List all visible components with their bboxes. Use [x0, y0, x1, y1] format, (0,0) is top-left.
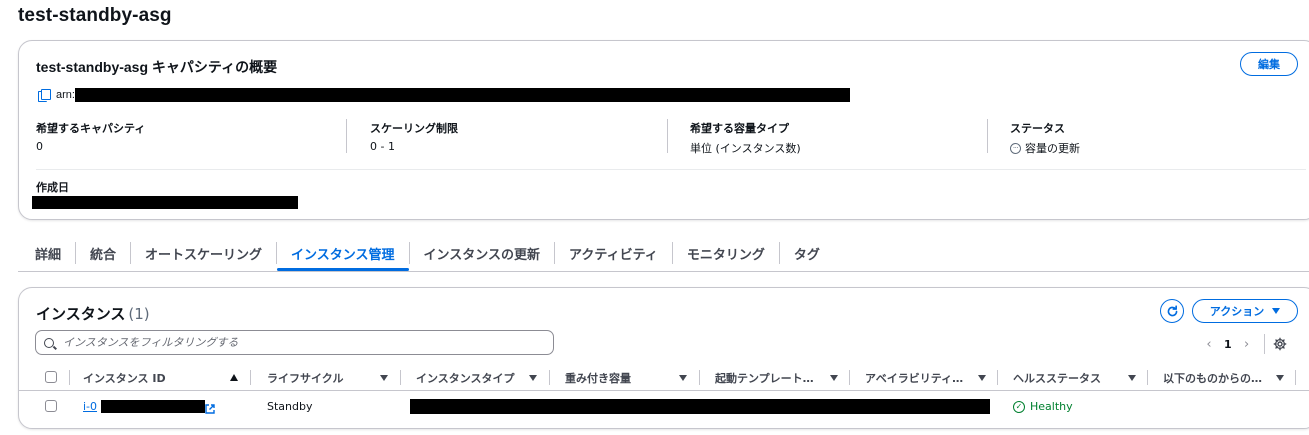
column-separator — [699, 370, 700, 385]
field-key: ステータス — [1010, 122, 1065, 135]
arn-row: arn: — [38, 88, 850, 102]
instance-id-link[interactable]: i-0 — [83, 400, 97, 413]
column-header-health-source[interactable]: 以下のものからの… — [1163, 370, 1262, 386]
tab-tags[interactable]: タグ — [780, 238, 834, 271]
capacity-overview-title: test-standby-asg キャパシティの概要 — [36, 59, 278, 75]
tab-monitoring[interactable]: モニタリング — [673, 238, 779, 271]
pending-status-icon: ··· — [1010, 142, 1021, 154]
field-key: 希望するキャパシティ — [36, 122, 146, 135]
actions-dropdown-button[interactable]: アクション — [1192, 299, 1298, 323]
sort-ascending-icon[interactable] — [230, 374, 238, 381]
column-separator — [69, 370, 70, 385]
created-date-key: 作成日 — [36, 181, 69, 194]
desired-capacity-type-field: 希望する容量タイプ 単位 (インスタンス数) — [690, 120, 801, 156]
arn-value-redacted — [74, 88, 850, 102]
previous-page-icon[interactable]: ‹ — [1202, 337, 1216, 352]
instance-filter-input[interactable] — [63, 336, 533, 349]
tab-instance-refresh[interactable]: インスタンスの更新 — [410, 238, 554, 271]
tab-automatic-scaling[interactable]: オートスケーリング — [131, 238, 276, 271]
field-value: 0 — [36, 140, 43, 153]
column-header-weighted-capacity[interactable]: 重み付き容量 — [565, 370, 631, 386]
tab-bar: 詳細 統合 オートスケーリング インスタンス管理 インスタンスの更新 アクティビ… — [22, 238, 834, 271]
row-select-checkbox[interactable] — [45, 400, 57, 412]
column-header-instance-id[interactable]: インスタンス ID — [83, 370, 166, 386]
tab-instance-management[interactable]: インスタンス管理 — [277, 238, 410, 271]
actions-label: アクション — [1209, 305, 1265, 318]
column-header-health-status[interactable]: ヘルスステータス — [1013, 370, 1101, 386]
external-link-icon[interactable] — [205, 401, 215, 419]
instance-filter[interactable] — [35, 330, 554, 355]
refresh-icon — [1167, 304, 1177, 316]
instances-title: インスタンス — [36, 305, 126, 323]
pagination: ‹ 1 › — [1202, 334, 1287, 354]
field-key: スケーリング制限 — [370, 122, 458, 135]
health-status-value: Healthy — [1030, 400, 1073, 413]
column-separator — [1295, 370, 1296, 385]
field-value: ··· 容量の更新 — [1010, 140, 1080, 156]
column-separator — [250, 370, 251, 385]
column-separator — [549, 370, 550, 385]
column-separator — [1147, 370, 1148, 385]
field-value: 単位 (インスタンス数) — [690, 142, 801, 155]
row-details-redacted — [410, 399, 990, 414]
column-header-launch-template[interactable]: 起動テンプレート… — [715, 370, 814, 386]
tab-integrations[interactable]: 統合 — [76, 238, 130, 271]
caret-down-icon — [1272, 308, 1281, 314]
page-title: test-standby-asg — [18, 5, 172, 26]
instances-heading: インスタンス (1) — [36, 303, 150, 324]
capacity-overview-card: test-standby-asg キャパシティの概要 編集 arn: 希望するキ… — [18, 40, 1309, 220]
column-header-instance-type[interactable]: インスタンスタイプ — [416, 370, 515, 386]
health-status-cell: ✓ Healthy — [1013, 400, 1073, 413]
scaling-limits-field: スケーリング制限 0 - 1 — [370, 120, 458, 153]
tab-details[interactable]: 詳細 — [22, 238, 75, 271]
copy-icon[interactable] — [38, 88, 51, 102]
instances-count: (1) — [128, 305, 150, 323]
lifecycle-cell: Standby — [267, 400, 313, 413]
table-row[interactable]: i-0 Standby ✓ Healthy — [19, 392, 1309, 422]
status-field: ステータス ··· 容量の更新 — [1010, 120, 1080, 156]
instance-id-cell[interactable]: i-0 — [83, 400, 97, 413]
column-separator — [400, 370, 401, 385]
instances-panel: インスタンス(1) アクション ‹ 1 › インスタンス ID ライフサイクル — [18, 287, 1309, 429]
current-page-number[interactable]: 1 — [1224, 338, 1232, 351]
arn-label: arn: — [56, 89, 75, 101]
gear-icon[interactable] — [1273, 337, 1287, 351]
desired-capacity-field: 希望するキャパシティ 0 — [36, 120, 145, 153]
field-key: 希望する容量タイプ — [690, 122, 789, 135]
field-divider — [667, 119, 668, 153]
column-separator — [849, 370, 850, 385]
check-circle-icon: ✓ — [1013, 400, 1025, 413]
column-header-availability-zone[interactable]: アベイラビリティ… — [865, 370, 963, 386]
refresh-button[interactable] — [1160, 299, 1184, 323]
select-all-checkbox[interactable] — [45, 371, 57, 383]
column-header-lifecycle[interactable]: ライフサイクル — [267, 370, 343, 386]
field-divider — [987, 119, 988, 153]
sort-icon[interactable] — [679, 375, 687, 381]
section-divider — [36, 169, 1306, 170]
sort-icon[interactable] — [1128, 375, 1136, 381]
sort-icon[interactable] — [978, 375, 986, 381]
tab-activity[interactable]: アクティビティ — [555, 238, 672, 271]
tab-bar-underline — [18, 271, 1309, 272]
field-value: 0 - 1 — [370, 140, 395, 153]
search-icon — [44, 337, 54, 348]
status-value: 容量の更新 — [1025, 142, 1080, 155]
sort-icon[interactable] — [529, 375, 537, 381]
pager-separator — [1263, 334, 1265, 354]
instance-id-redacted — [101, 400, 205, 413]
sort-icon[interactable] — [380, 375, 388, 381]
table-header: インスタンス ID ライフサイクル インスタンスタイプ 重み付き容量 起動テンプ… — [19, 365, 1309, 391]
sort-icon[interactable] — [1276, 375, 1284, 381]
edit-button[interactable]: 編集 — [1240, 52, 1298, 76]
created-date-redacted — [32, 196, 298, 209]
field-divider — [346, 119, 347, 153]
next-page-icon[interactable]: › — [1240, 337, 1254, 352]
sort-icon[interactable] — [830, 375, 838, 381]
column-separator — [997, 370, 998, 385]
